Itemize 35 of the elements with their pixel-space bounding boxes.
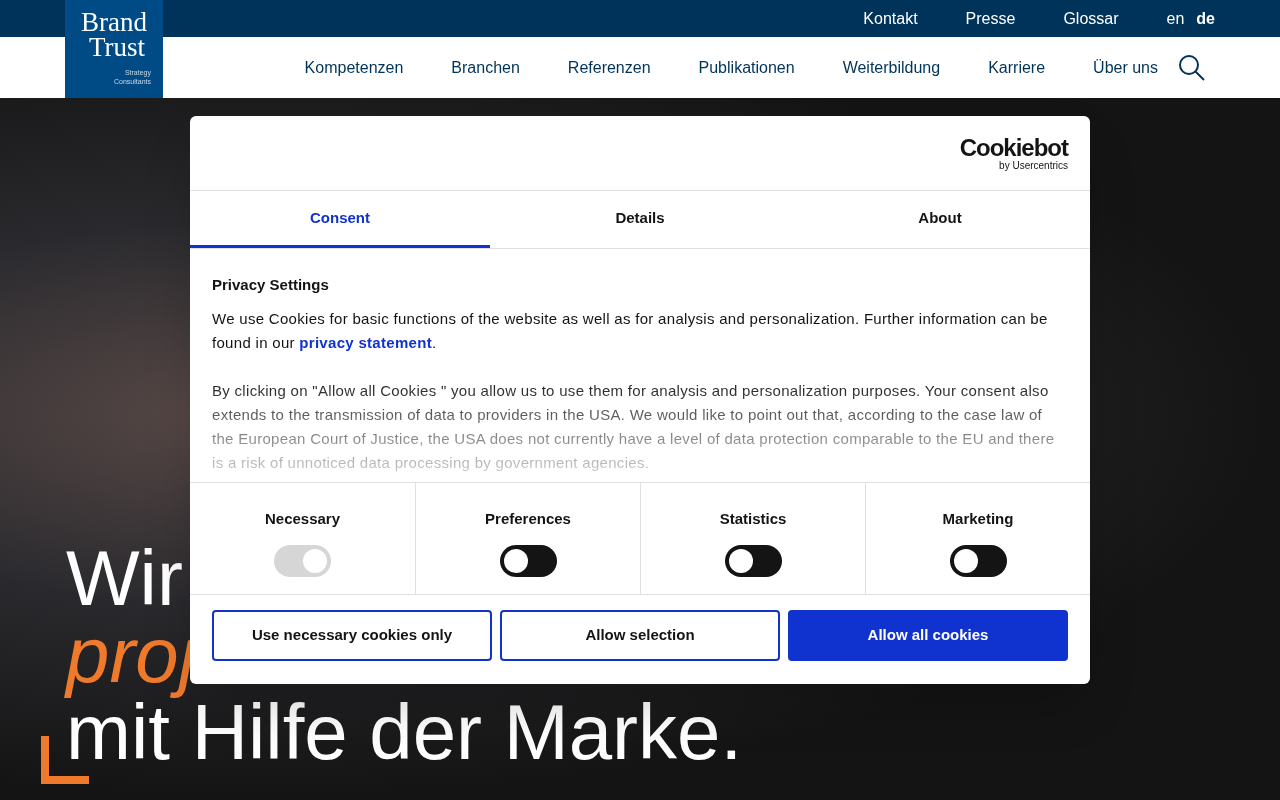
dialog-button[interactable]: Allow selection xyxy=(500,610,780,661)
nav-link[interactable]: Referenzen xyxy=(567,55,651,80)
category-label: Necessary xyxy=(264,509,341,529)
hero-heading: Wir xyxy=(66,540,183,617)
toggle-switch[interactable] xyxy=(949,544,1007,577)
description-text: We use Cookies for basic functions of the website as well as for analysis and personalization. Further information can be found in our privacy statement. xyxy=(212,308,1049,353)
nav-link[interactable]: Publikationen xyxy=(698,55,795,80)
top-link[interactable]: Kontakt xyxy=(863,6,918,31)
nav-link[interactable]: Über uns xyxy=(1093,55,1158,80)
nav-link[interactable]: Karriere xyxy=(988,55,1046,80)
top-link[interactable]: Glossar xyxy=(1063,6,1119,31)
nav-link[interactable]: Kompetenzen xyxy=(304,55,404,80)
logo-text: Trust xyxy=(88,35,145,60)
dialog-button[interactable]: Allow all cookies xyxy=(788,610,1068,661)
top-link[interactable]: Presse xyxy=(965,6,1016,31)
nav-link[interactable]: Branchen xyxy=(451,55,520,80)
search-icon[interactable] xyxy=(1178,54,1205,81)
logo-text: Cookiebot xyxy=(959,135,1068,160)
language-link[interactable]: en xyxy=(1166,6,1185,31)
logo-text: by Usercentrics xyxy=(999,160,1068,171)
description-text: By clicking on "Allow all Cookies " you allow us to use them for analysis and personalization purposes. Your consent also extends to the transmission of data to providers in the USA. We would like to point out that, according to the case law of the European Court of Justice, the USA does not currently have a level of data protection comparable to the EU and there is a risk of unnoticed data processing by government agencies. xyxy=(212,380,1056,473)
category-label: Preferences xyxy=(485,509,571,529)
category-label: Marketing xyxy=(942,509,1014,529)
toggle-switch[interactable] xyxy=(724,544,782,577)
privacy-link[interactable]: privacy statement xyxy=(299,333,432,351)
toggle-switch[interactable] xyxy=(499,544,557,577)
dialog-tab[interactable]: Consent xyxy=(190,191,490,248)
dialog-tab[interactable]: Details xyxy=(490,191,790,248)
category-label: Statistics xyxy=(719,509,787,529)
section-heading: Privacy Settings xyxy=(212,275,330,295)
nav-link[interactable]: Weiterbildung xyxy=(842,55,941,80)
language-link[interactable]: de xyxy=(1196,6,1215,31)
dialog-button[interactable]: Use necessary cookies only xyxy=(212,610,492,661)
logo-text: Brand xyxy=(81,10,147,35)
dialog-tab[interactable]: About xyxy=(790,191,1090,248)
